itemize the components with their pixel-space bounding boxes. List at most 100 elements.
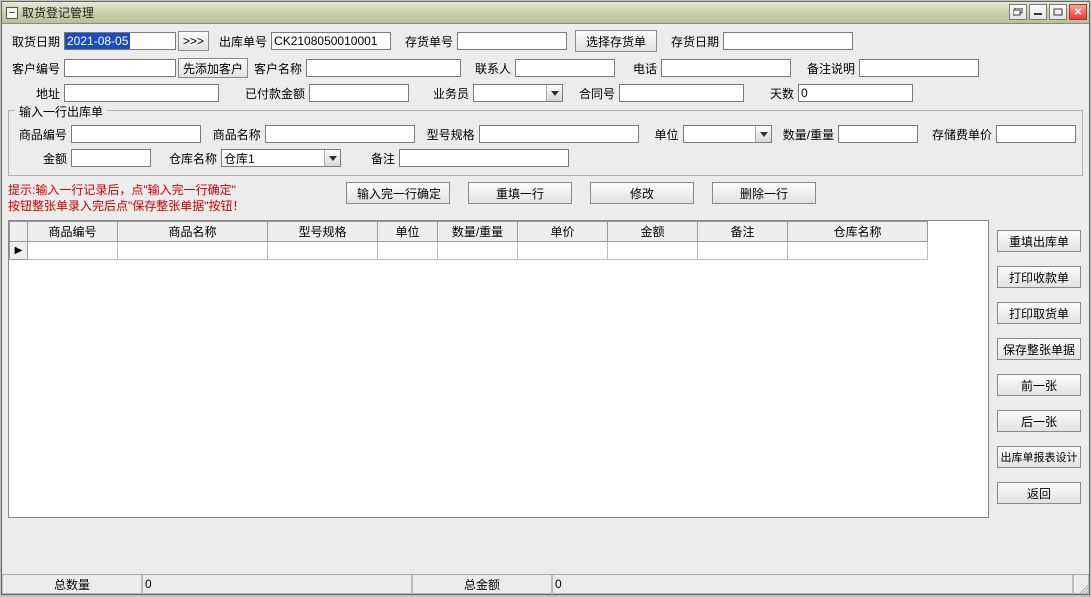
group-legend: 输入一行出库单 <box>15 103 107 120</box>
refill-all-button[interactable]: 重填出库单 <box>997 230 1081 252</box>
unit-select[interactable] <box>683 125 773 143</box>
report-design-button[interactable]: 出库单报表设计 <box>997 446 1081 468</box>
chevron-down-icon[interactable] <box>546 85 562 101</box>
pickup-date-label: 取货日期 <box>8 33 64 50</box>
refill-line-button[interactable]: 重填一行 <box>468 182 572 204</box>
row-pointer-icon: ▶ <box>10 242 28 260</box>
spec-label: 型号规格 <box>419 126 479 143</box>
amount-label: 金额 <box>15 150 71 167</box>
contact-input[interactable] <box>515 59 615 77</box>
product-no-input[interactable] <box>71 125 201 143</box>
col-amount[interactable]: 金额 <box>608 222 698 242</box>
hint-line2: 按钮整张单录入完后点"保存整张单据"按钮！ <box>8 198 328 214</box>
col-qty[interactable]: 数量/重量 <box>438 222 518 242</box>
col-product-name[interactable]: 商品名称 <box>118 222 268 242</box>
delete-line-button[interactable]: 删除一行 <box>712 182 816 204</box>
warehouse-select[interactable] <box>221 149 341 167</box>
save-all-button[interactable]: 保存整张单据 <box>997 338 1081 360</box>
days-input[interactable] <box>798 84 913 102</box>
window-title: 取货登记管理 <box>22 4 94 21</box>
chevron-down-icon[interactable] <box>324 150 340 166</box>
table-header-row: 商品编号 商品名称 型号规格 单位 数量/重量 单价 金额 备注 仓库名称 <box>10 222 928 242</box>
warehouse-select-input[interactable] <box>222 150 324 166</box>
pickup-date-field[interactable]: 2021-08-05 <box>64 32 176 50</box>
unit-select-input[interactable] <box>684 126 756 142</box>
contact-label: 联系人 <box>467 60 515 77</box>
spec-input[interactable] <box>479 125 639 143</box>
side-actions: 重填出库单 打印收款单 打印取货单 保存整张单据 前一张 后一张 出库单报表设计… <box>989 220 1083 518</box>
note-label: 备注 <box>355 150 399 167</box>
days-label: 天数 <box>754 85 798 102</box>
product-no-label: 商品编号 <box>15 126 71 143</box>
unit-label: 单位 <box>643 126 683 143</box>
add-customer-button[interactable]: 先添加客户 <box>178 58 248 78</box>
prev-button[interactable]: 前一张 <box>997 374 1081 396</box>
total-qty-label: 总数量 <box>2 575 142 594</box>
paid-input[interactable] <box>309 84 409 102</box>
address-label: 地址 <box>8 85 64 102</box>
total-amt-value: 0 <box>552 575 1073 594</box>
restore-down-button[interactable] <box>1009 4 1027 20</box>
col-remark[interactable]: 备注 <box>698 222 788 242</box>
phone-label: 电话 <box>621 60 661 77</box>
paid-label: 已付款金额 <box>229 85 309 102</box>
product-name-label: 商品名称 <box>205 126 265 143</box>
line-entry-group: 输入一行出库单 商品编号 商品名称 型号规格 单位 数量/重量 存储费单价 <box>8 110 1083 176</box>
qty-label: 数量/重量 <box>776 126 838 143</box>
client-area: 取货日期 2021-08-05 >>> 出库单号 存货单号 选择存货单 存货日期… <box>2 24 1089 594</box>
print-pickup-button[interactable]: 打印取货单 <box>997 302 1081 324</box>
close-button[interactable]: ✕ <box>1069 4 1087 20</box>
customer-name-input[interactable] <box>306 59 461 77</box>
col-product-no[interactable]: 商品编号 <box>28 222 118 242</box>
status-bar: 总数量 0 总金额 0 <box>2 574 1089 594</box>
maximize-button[interactable] <box>1049 4 1067 20</box>
remark-label: 备注说明 <box>799 60 859 77</box>
titlebar: – 取货登记管理 ✕ <box>2 2 1089 24</box>
next-button[interactable]: 后一张 <box>997 410 1081 432</box>
col-unit[interactable]: 单位 <box>378 222 438 242</box>
stock-date-label: 存货日期 <box>663 33 723 50</box>
select-stock-button[interactable]: 选择存货单 <box>575 30 657 52</box>
col-spec[interactable]: 型号规格 <box>268 222 378 242</box>
window-icon: – <box>6 7 18 19</box>
chevron-down-icon[interactable] <box>755 126 771 142</box>
print-receipt-button[interactable]: 打印收款单 <box>997 266 1081 288</box>
customer-name-label: 客户名称 <box>250 60 306 77</box>
stock-no-input[interactable] <box>457 32 567 50</box>
stock-no-label: 存货单号 <box>397 33 457 50</box>
phone-input[interactable] <box>661 59 791 77</box>
col-warehouse[interactable]: 仓库名称 <box>788 222 928 242</box>
stock-date-input[interactable] <box>723 32 853 50</box>
salesman-label: 业务员 <box>419 85 473 102</box>
outbound-no-input[interactable] <box>271 32 391 50</box>
hint-line1: 提示:输入一行记录后，点"输入完一行确定" <box>8 182 328 198</box>
col-price[interactable]: 单价 <box>518 222 608 242</box>
row-header-corner <box>10 222 28 242</box>
amount-input[interactable] <box>71 149 151 167</box>
note-input[interactable] <box>399 149 569 167</box>
salesman-select-input[interactable] <box>474 85 546 101</box>
resize-grip-icon[interactable] <box>1073 575 1089 594</box>
contract-label: 合同号 <box>569 85 619 102</box>
pickup-date-value[interactable]: 2021-08-05 <box>65 33 130 49</box>
customer-no-input[interactable] <box>64 59 176 77</box>
date-more-button[interactable]: >>> <box>178 31 209 51</box>
product-name-input[interactable] <box>265 125 415 143</box>
minimize-button[interactable] <box>1029 4 1047 20</box>
remark-input[interactable] <box>859 59 979 77</box>
back-button[interactable]: 返回 <box>997 482 1081 504</box>
outbound-no-label: 出库单号 <box>211 33 271 50</box>
warehouse-label: 仓库名称 <box>159 150 221 167</box>
lines-grid[interactable]: 商品编号 商品名称 型号规格 单位 数量/重量 单价 金额 备注 仓库名称 <box>8 220 989 518</box>
qty-input[interactable] <box>838 125 918 143</box>
storage-price-input[interactable] <box>996 125 1076 143</box>
table-row[interactable]: ▶ <box>10 242 928 260</box>
address-input[interactable] <box>64 84 219 102</box>
app-window: – 取货登记管理 ✕ 取货日期 2021-08-05 >>> 出库单号 <box>1 1 1090 595</box>
salesman-select[interactable] <box>473 84 563 102</box>
modify-line-button[interactable]: 修改 <box>590 182 694 204</box>
total-qty-value: 0 <box>142 575 412 594</box>
confirm-line-button[interactable]: 输入完一行确定 <box>346 182 450 204</box>
contract-input[interactable] <box>619 84 744 102</box>
storage-price-label: 存储费单价 <box>922 126 996 143</box>
